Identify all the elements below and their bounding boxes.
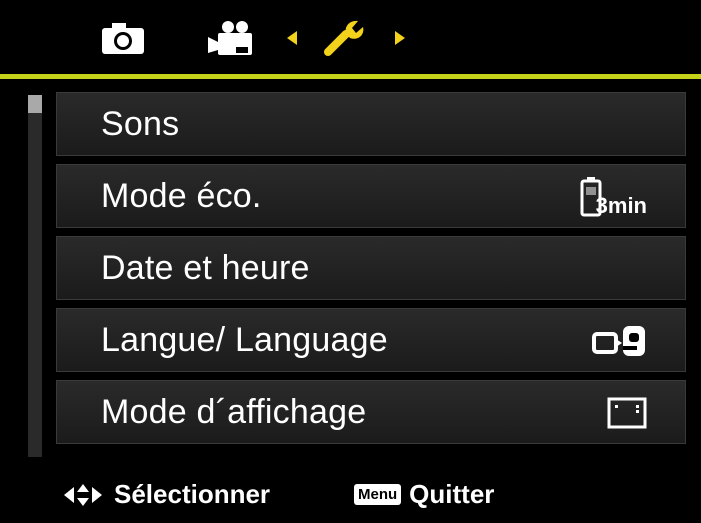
menu-item-label: Date et heure (101, 249, 310, 287)
chevron-left-icon (287, 31, 297, 45)
wrench-icon (324, 20, 364, 56)
menu-item-mode-affichage[interactable]: Mode d´affichage (56, 380, 686, 444)
tab-left-arrow[interactable] (282, 26, 302, 50)
exit-hint-label: Quitter (409, 479, 495, 509)
battery-3min-icon: 3min (580, 173, 647, 221)
tab-right-arrow[interactable] (390, 26, 410, 50)
chevron-right-icon (395, 31, 405, 45)
settings-menu: Sons Mode éco. 3min Date et heure Langue… (56, 92, 686, 452)
dpad-navigate-icon (64, 483, 102, 506)
scrollbar-thumb[interactable] (28, 95, 42, 113)
menu-item-langue[interactable]: Langue/ Language (56, 308, 686, 372)
display-mode-icon (607, 389, 647, 437)
menu-item-mode-eco[interactable]: Mode éco. 3min (56, 164, 686, 228)
menu-item-label: Mode éco. (101, 177, 262, 215)
navigation-hint: Sélectionner (62, 479, 270, 510)
menu-item-label: Mode d´affichage (101, 393, 367, 431)
eco-timeout-value: 3min (595, 193, 647, 218)
menu-item-sons[interactable]: Sons (56, 92, 686, 156)
select-hint-label: Sélectionner (114, 479, 271, 509)
video-camera-icon (208, 21, 252, 55)
tab-bar-accent-line (0, 74, 701, 79)
menu-scrollbar[interactable] (28, 95, 42, 457)
language-icon (591, 317, 647, 365)
menu-exit-hint: Menu Quitter (354, 479, 494, 510)
setup-tab[interactable] (318, 18, 374, 58)
menu-item-label: Langue/ Language (101, 321, 388, 359)
camera-tab[interactable] (98, 18, 148, 58)
mode-tab-bar (0, 0, 701, 76)
camera-settings-screen: Sons Mode éco. 3min Date et heure Langue… (0, 0, 701, 523)
camera-icon (102, 23, 144, 54)
menu-item-label: Sons (101, 105, 180, 143)
video-tab[interactable] (203, 18, 265, 58)
menu-key-icon: Menu (354, 484, 402, 505)
menu-item-date-heure[interactable]: Date et heure (56, 236, 686, 300)
